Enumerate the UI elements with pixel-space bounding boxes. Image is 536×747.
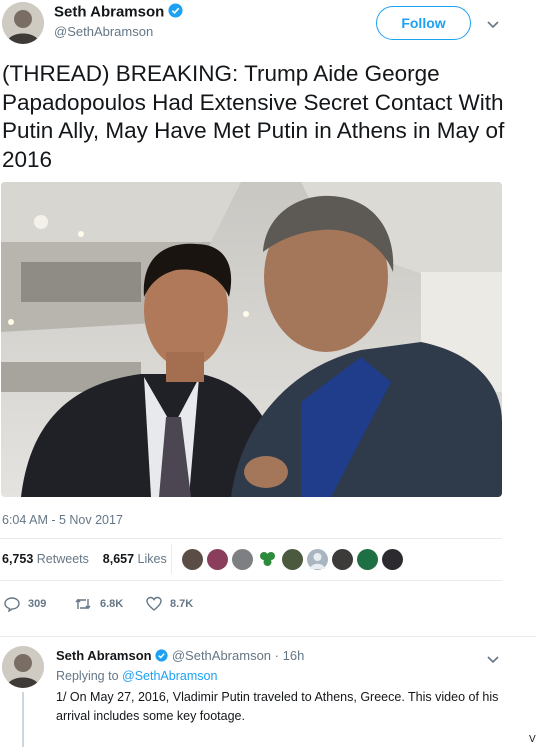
retweets-count: 6,753 <box>2 552 34 566</box>
tweet-timestamp[interactable]: 6:04 AM - 5 Nov 2017 <box>2 513 123 527</box>
liker-avatar[interactable] <box>207 549 228 570</box>
retweets-stat[interactable]: 6,753 Retweets <box>2 552 89 566</box>
thread-line <box>22 692 24 747</box>
divider <box>0 538 502 539</box>
author-handle[interactable]: @SethAbramson <box>54 24 153 39</box>
reply-icon <box>4 597 20 612</box>
clover-icon[interactable] <box>257 549 278 570</box>
reply-author-avatar[interactable] <box>2 646 44 688</box>
liker-avatar[interactable] <box>332 549 353 570</box>
default-avatar-icon[interactable] <box>307 549 328 570</box>
verified-badge-icon <box>155 648 168 665</box>
retweet-action[interactable]: 6.8K <box>74 596 123 612</box>
engagement-stats: 6,753 Retweets 8,657 Likes <box>2 552 167 566</box>
liker-avatar[interactable] <box>282 549 303 570</box>
tweet-text: (THREAD) BREAKING: Trump Aide George Pap… <box>2 61 505 172</box>
author-name[interactable]: Seth Abramson <box>54 3 164 20</box>
retweets-label: Retweets <box>36 552 89 566</box>
verified-badge-icon <box>168 3 183 22</box>
likes-stat[interactable]: 8,657 Likes <box>103 552 167 566</box>
chevron-down-icon[interactable] <box>487 17 499 35</box>
divider <box>0 580 502 581</box>
heart-icon <box>146 596 162 611</box>
liker-avatar[interactable] <box>357 549 378 570</box>
reply-author-name[interactable]: Seth Abramson <box>56 648 152 663</box>
retweet-icon <box>75 598 91 610</box>
tweet-photo[interactable] <box>1 182 502 497</box>
replying-to-label: Replying to <box>56 669 119 683</box>
edge-text: V <box>529 734 536 745</box>
chevron-down-icon[interactable] <box>487 652 499 670</box>
divider <box>0 636 536 637</box>
like-action[interactable]: 8.7K <box>146 596 193 612</box>
likes-count: 8,657 <box>102 552 135 566</box>
replying-to-handle[interactable]: @SethAbramson <box>122 669 217 683</box>
like-count: 8.7K <box>170 598 194 610</box>
liker-avatar[interactable] <box>232 549 253 570</box>
liker-avatar[interactable] <box>182 549 203 570</box>
liker-avatar[interactable] <box>382 549 403 570</box>
likes-label: Likes <box>137 552 167 566</box>
retweet-count: 6.8K <box>100 598 124 610</box>
reply-author-handle[interactable]: @SethAbramson <box>172 648 271 663</box>
follow-button[interactable]: Follow <box>376 6 471 40</box>
author-avatar[interactable] <box>2 2 44 44</box>
reply-count: 309 <box>28 598 47 610</box>
stats-separator <box>171 544 172 574</box>
reply-time[interactable]: · 16h <box>275 648 305 663</box>
liker-avatars <box>182 549 407 571</box>
reply-text: 1/ On May 27, 2016, Vladimir Putin trave… <box>56 690 499 723</box>
reply-action[interactable]: 309 <box>4 596 46 612</box>
